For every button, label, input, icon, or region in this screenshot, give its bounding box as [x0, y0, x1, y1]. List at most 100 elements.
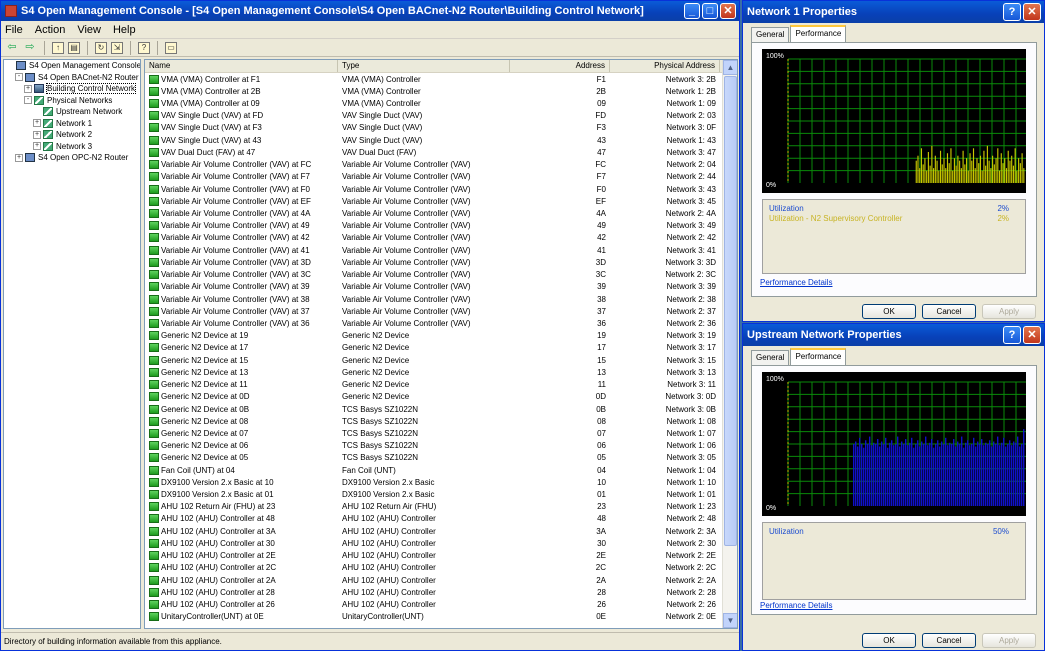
close-button[interactable]: ✕: [1023, 326, 1041, 344]
table-row[interactable]: VAV Single Duct (VAV) at FD VAV Single Du…: [145, 110, 723, 122]
performance-details-link[interactable]: Performance Details: [760, 278, 832, 287]
table-row[interactable]: VMA (VMA) Controller at 09 VMA (VMA) Cont…: [145, 97, 723, 109]
forward-arrow-icon[interactable]: ⇨: [23, 41, 37, 55]
scroll-thumb[interactable]: [724, 76, 737, 546]
table-row[interactable]: VMA (VMA) Controller at 2B VMA (VMA) Cont…: [145, 85, 723, 97]
expand-icon[interactable]: +: [33, 142, 41, 151]
table-row[interactable]: Generic N2 Device at 05 TCS Basys SZ1022N…: [145, 452, 723, 464]
table-row[interactable]: Variable Air Volume Controller (VAV) at …: [145, 171, 723, 183]
table-row[interactable]: Variable Air Volume Controller (VAV) at …: [145, 293, 723, 305]
dialog2-titlebar[interactable]: Upstream Network Properties ? ✕: [743, 324, 1044, 346]
table-row[interactable]: VAV Single Duct (VAV) at 43 VAV Single Du…: [145, 134, 723, 146]
table-row[interactable]: AHU 102 (AHU) Controller at 28 AHU 102 (A…: [145, 586, 723, 598]
table-row[interactable]: AHU 102 (AHU) Controller at 30 AHU 102 (A…: [145, 537, 723, 549]
back-arrow-icon[interactable]: ⇦: [5, 41, 19, 55]
table-row[interactable]: VAV Dual Duct (FAV) at 47 VAV Dual Duct (…: [145, 146, 723, 158]
column-header-physical-address[interactable]: Physical Address: [610, 60, 720, 72]
table-row[interactable]: Generic N2 Device at 11 Generic N2 Device…: [145, 378, 723, 390]
table-row[interactable]: Variable Air Volume Controller (VAV) at …: [145, 256, 723, 268]
collapse-icon[interactable]: -: [15, 73, 23, 82]
apply-button[interactable]: Apply: [982, 304, 1036, 319]
legend-row[interactable]: Utilization - N2 Supervisory Controller …: [769, 214, 1019, 224]
help-button[interactable]: ?: [1003, 326, 1021, 344]
table-row[interactable]: Generic N2 Device at 13 Generic N2 Device…: [145, 366, 723, 378]
table-row[interactable]: VMA (VMA) Controller at F1 VMA (VMA) Cont…: [145, 73, 723, 85]
table-row[interactable]: AHU 102 Return Air (FHU) at 23 AHU 102 Re…: [145, 501, 723, 513]
table-row[interactable]: AHU 102 (AHU) Controller at 48 AHU 102 (A…: [145, 513, 723, 525]
table-row[interactable]: Generic N2 Device at 06 TCS Basys SZ1022N…: [145, 440, 723, 452]
performance-details-link[interactable]: Performance Details: [760, 601, 832, 610]
tree-item[interactable]: + Building Control Network: [4, 83, 140, 95]
table-row[interactable]: Generic N2 Device at 19 Generic N2 Device…: [145, 330, 723, 342]
cancel-button[interactable]: Cancel: [922, 633, 976, 648]
close-button[interactable]: ✕: [720, 3, 736, 19]
expand-icon[interactable]: +: [33, 130, 41, 139]
table-row[interactable]: AHU 102 (AHU) Controller at 2C AHU 102 (A…: [145, 562, 723, 574]
expand-icon[interactable]: +: [15, 153, 23, 162]
scroll-up-icon[interactable]: ▲: [723, 60, 737, 75]
vertical-scrollbar[interactable]: ▲ ▼: [722, 60, 737, 628]
refresh-icon[interactable]: ↻: [95, 41, 107, 54]
table-row[interactable]: Generic N2 Device at 0B TCS Basys SZ1022N…: [145, 403, 723, 415]
tree-item[interactable]: + Network 2: [4, 129, 140, 141]
table-row[interactable]: Generic N2 Device at 07 TCS Basys SZ1022N…: [145, 427, 723, 439]
dialog1-titlebar[interactable]: Network 1 Properties ? ✕: [743, 1, 1044, 23]
minimize-button[interactable]: _: [684, 3, 700, 19]
table-row[interactable]: AHU 102 (AHU) Controller at 2A AHU 102 (A…: [145, 574, 723, 586]
help-button[interactable]: ?: [1003, 3, 1021, 21]
menu-file[interactable]: File: [5, 24, 23, 36]
table-row[interactable]: Variable Air Volume Controller (VAV) at …: [145, 207, 723, 219]
table-row[interactable]: Generic N2 Device at 17 Generic N2 Device…: [145, 342, 723, 354]
cancel-button[interactable]: Cancel: [922, 304, 976, 319]
table-row[interactable]: AHU 102 (AHU) Controller at 26 AHU 102 (A…: [145, 598, 723, 610]
menu-help[interactable]: Help: [113, 24, 136, 36]
expand-icon[interactable]: +: [33, 119, 41, 128]
properties-icon[interactable]: ▭: [165, 41, 177, 54]
expand-icon[interactable]: +: [24, 84, 32, 93]
tree-item[interactable]: Upstream Network: [4, 106, 140, 118]
legend-row[interactable]: Utilization 2%: [769, 204, 1019, 214]
column-header-name[interactable]: Name: [145, 60, 338, 72]
menu-view[interactable]: View: [77, 24, 101, 36]
table-row[interactable]: Generic N2 Device at 08 TCS Basys SZ1022N…: [145, 415, 723, 427]
table-row[interactable]: Variable Air Volume Controller (VAV) at …: [145, 159, 723, 171]
table-row[interactable]: DX9100 Version 2.x Basic at 01 DX9100 Ver…: [145, 488, 723, 500]
table-row[interactable]: UnitaryController(UNT) at 0E UnitaryContr…: [145, 611, 723, 623]
tab-performance[interactable]: Performance: [790, 348, 847, 365]
table-row[interactable]: Variable Air Volume Controller (VAV) at …: [145, 281, 723, 293]
table-row[interactable]: Variable Air Volume Controller (VAV) at …: [145, 244, 723, 256]
table-row[interactable]: Generic N2 Device at 0D Generic N2 Device…: [145, 391, 723, 403]
ok-button[interactable]: OK: [862, 633, 916, 648]
export-list-icon[interactable]: ⇲: [111, 41, 123, 54]
tree-item[interactable]: + Network 3: [4, 141, 140, 153]
tab-general[interactable]: General: [751, 27, 790, 42]
navigation-tree[interactable]: S4 Open Management Console - S4 Open BACne…: [3, 59, 141, 629]
tab-performance[interactable]: Performance: [790, 25, 847, 42]
main-titlebar[interactable]: S4 Open Management Console - [S4 Open Ma…: [1, 1, 739, 21]
table-row[interactable]: Variable Air Volume Controller (VAV) at …: [145, 305, 723, 317]
menu-action[interactable]: Action: [35, 24, 66, 36]
show-hide-tree-icon[interactable]: ▤: [68, 41, 80, 54]
tab-general[interactable]: General: [751, 350, 790, 365]
collapse-icon[interactable]: -: [24, 96, 32, 105]
legend-row[interactable]: Utilization 50%: [769, 527, 1019, 537]
tree-item[interactable]: - S4 Open BACnet-N2 Router: [4, 72, 140, 84]
table-row[interactable]: AHU 102 (AHU) Controller at 2E AHU 102 (A…: [145, 550, 723, 562]
table-row[interactable]: Fan Coil (UNT) at 04 Fan Coil (UNT) 04 Netw…: [145, 464, 723, 476]
table-row[interactable]: Variable Air Volume Controller (VAV) at …: [145, 232, 723, 244]
column-header-address[interactable]: Address: [510, 60, 610, 72]
table-row[interactable]: Variable Air Volume Controller (VAV) at …: [145, 195, 723, 207]
up-folder-icon[interactable]: ↑: [52, 41, 64, 54]
table-row[interactable]: AHU 102 (AHU) Controller at 3A AHU 102 (A…: [145, 525, 723, 537]
table-row[interactable]: Variable Air Volume Controller (VAV) at …: [145, 317, 723, 329]
column-header-type[interactable]: Type: [338, 60, 510, 72]
table-row[interactable]: DX9100 Version 2.x Basic at 10 DX9100 Ver…: [145, 476, 723, 488]
tree-item[interactable]: + S4 Open OPC-N2 Router: [4, 152, 140, 164]
table-row[interactable]: VAV Single Duct (VAV) at F3 VAV Single Du…: [145, 122, 723, 134]
table-row[interactable]: Variable Air Volume Controller (VAV) at …: [145, 269, 723, 281]
apply-button[interactable]: Apply: [982, 633, 1036, 648]
table-row[interactable]: Generic N2 Device at 15 Generic N2 Device…: [145, 354, 723, 366]
ok-button[interactable]: OK: [862, 304, 916, 319]
table-row[interactable]: Variable Air Volume Controller (VAV) at …: [145, 220, 723, 232]
help-icon[interactable]: ?: [138, 41, 150, 54]
